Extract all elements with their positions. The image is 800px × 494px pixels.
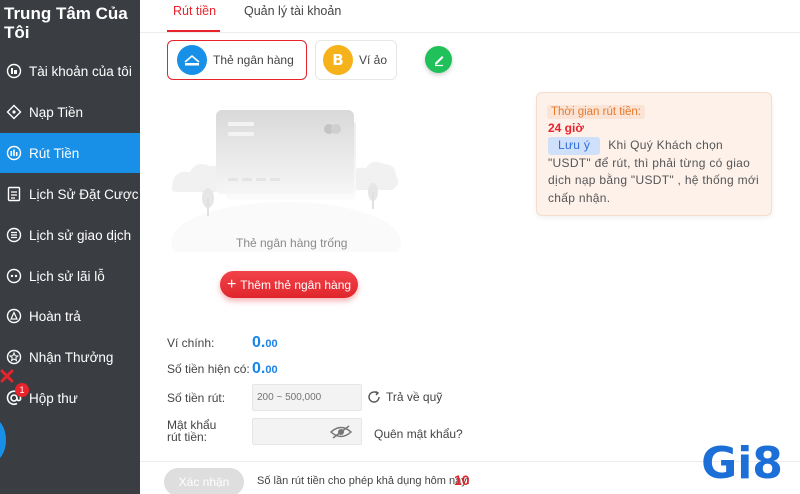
sidebar-item-rebate[interactable]: Hoàn trả — [0, 296, 140, 336]
main-wallet-label: Ví chính: — [167, 336, 215, 350]
empty-bank-card-text: Thẻ ngân hàng trống — [236, 236, 348, 250]
svg-text:B: B — [332, 51, 343, 69]
reward-icon — [6, 349, 22, 365]
close-icon[interactable] — [0, 369, 14, 383]
sidebar-item-withdraw[interactable]: Rút Tiền — [0, 133, 140, 173]
main-wallet-value: 0.00 — [252, 334, 278, 351]
sidebar-item-label: Lịch sử giao dịch — [29, 227, 132, 243]
confirm-button[interactable]: Xác nhận — [164, 468, 244, 494]
sidebar-item-my-account[interactable]: Tài khoản của tôi — [0, 51, 140, 91]
method-crypto-wallet[interactable]: B Ví ảo — [315, 40, 397, 80]
floating-support-button[interactable] — [0, 418, 6, 462]
return-to-fund-button[interactable]: Trả về quỹ — [366, 389, 442, 405]
sidebar-title: Trung Tâm Của Tôi — [4, 4, 128, 42]
mail-badge: 1 — [15, 383, 29, 397]
balance-label: Số tiền hiện có: — [167, 362, 250, 376]
sidebar-item-label: Lịch sử lãi lỗ — [29, 268, 105, 284]
edit-icon[interactable] — [425, 46, 452, 73]
sidebar-item-label: Hộp thư — [29, 390, 78, 406]
bitcoin-icon: B — [323, 45, 353, 75]
withdraw-icon — [6, 145, 22, 161]
empty-bank-card-illustration — [171, 110, 401, 252]
add-bank-card-button[interactable]: + Thêm thẻ ngân hàng — [220, 271, 358, 298]
return-to-fund-label: Trả về quỹ — [386, 390, 443, 404]
deposit-icon — [6, 104, 22, 120]
tab-active-indicator — [167, 30, 220, 32]
sidebar-item-profit-loss[interactable]: Lịch sử lãi lỗ — [0, 256, 140, 296]
refresh-icon — [368, 390, 380, 403]
withdraw-limit-value: 10 — [454, 472, 470, 488]
method-label: Ví ảo — [359, 53, 388, 67]
profit-loss-icon — [6, 268, 22, 284]
withdraw-password-label: Mật khẩu rút tiền: — [167, 418, 217, 444]
withdraw-time-label: Thời gian rút tiền: — [547, 105, 646, 119]
usdt-note: Lưu ý Khi Quý Khách chọn "USDT" để rút, t… — [548, 137, 764, 207]
svg-text:Gi8: Gi8 — [701, 438, 783, 488]
hide-password-icon[interactable] — [330, 424, 352, 440]
withdraw-amount-input[interactable] — [252, 384, 362, 411]
bet-history-icon — [6, 186, 22, 202]
sidebar-item-label: Lịch Sử Đặt Cược — [29, 186, 139, 202]
tab-bar: Rút tiền Quản lý tài khoản — [140, 0, 800, 33]
sidebar-item-bet-history[interactable]: Lịch Sử Đặt Cược — [0, 174, 140, 214]
sidebar-item-label: Nhận Thưởng — [29, 349, 114, 365]
forgot-password-link[interactable]: Quên mật khẩu? — [374, 427, 463, 441]
note-tag: Lưu ý — [548, 137, 601, 155]
sidebar-item-label: Hoàn trả — [29, 308, 81, 324]
sidebar-item-label: Rút Tiền — [29, 145, 80, 161]
balance-value: 0.00 — [252, 360, 278, 377]
method-bank-card[interactable]: Thẻ ngân hàng — [167, 40, 307, 80]
plus-icon: + — [226, 275, 237, 293]
withdraw-limit-text: Số lần rút tiền cho phép khả dụng hôm na… — [257, 475, 470, 487]
bank-card-icon — [177, 45, 207, 75]
tab-withdraw[interactable]: Rút tiền — [173, 4, 216, 18]
sidebar-item-label: Tài khoản của tôi — [29, 63, 132, 79]
sidebar-item-reward[interactable]: Nhận Thưởng — [0, 337, 140, 377]
sidebar-item-deposit[interactable]: Nạp Tiền — [0, 92, 140, 132]
sidebar-item-label: Nạp Tiền — [29, 104, 84, 120]
transaction-history-icon — [6, 227, 22, 243]
account-icon — [6, 63, 22, 79]
sidebar: Trung Tâm Của Tôi Tài khoản của tôi Nạp … — [0, 0, 140, 494]
add-bank-card-label: Thêm thẻ ngân hàng — [240, 277, 352, 292]
tab-account-management[interactable]: Quản lý tài khoản — [244, 4, 341, 18]
rebate-icon — [6, 308, 22, 324]
sidebar-item-transaction-history[interactable]: Lịch sử giao dịch — [0, 215, 140, 255]
gi8-logo: Gi8 — [701, 438, 783, 488]
method-label: Thẻ ngân hàng — [213, 53, 294, 67]
withdraw-amount-label: Số tiền rút: — [167, 391, 226, 405]
withdraw-info-box: Thời gian rút tiền: 24 giờ Lưu ý Khi Quý … — [536, 92, 772, 216]
withdraw-time-value: 24 giờ — [548, 121, 584, 135]
